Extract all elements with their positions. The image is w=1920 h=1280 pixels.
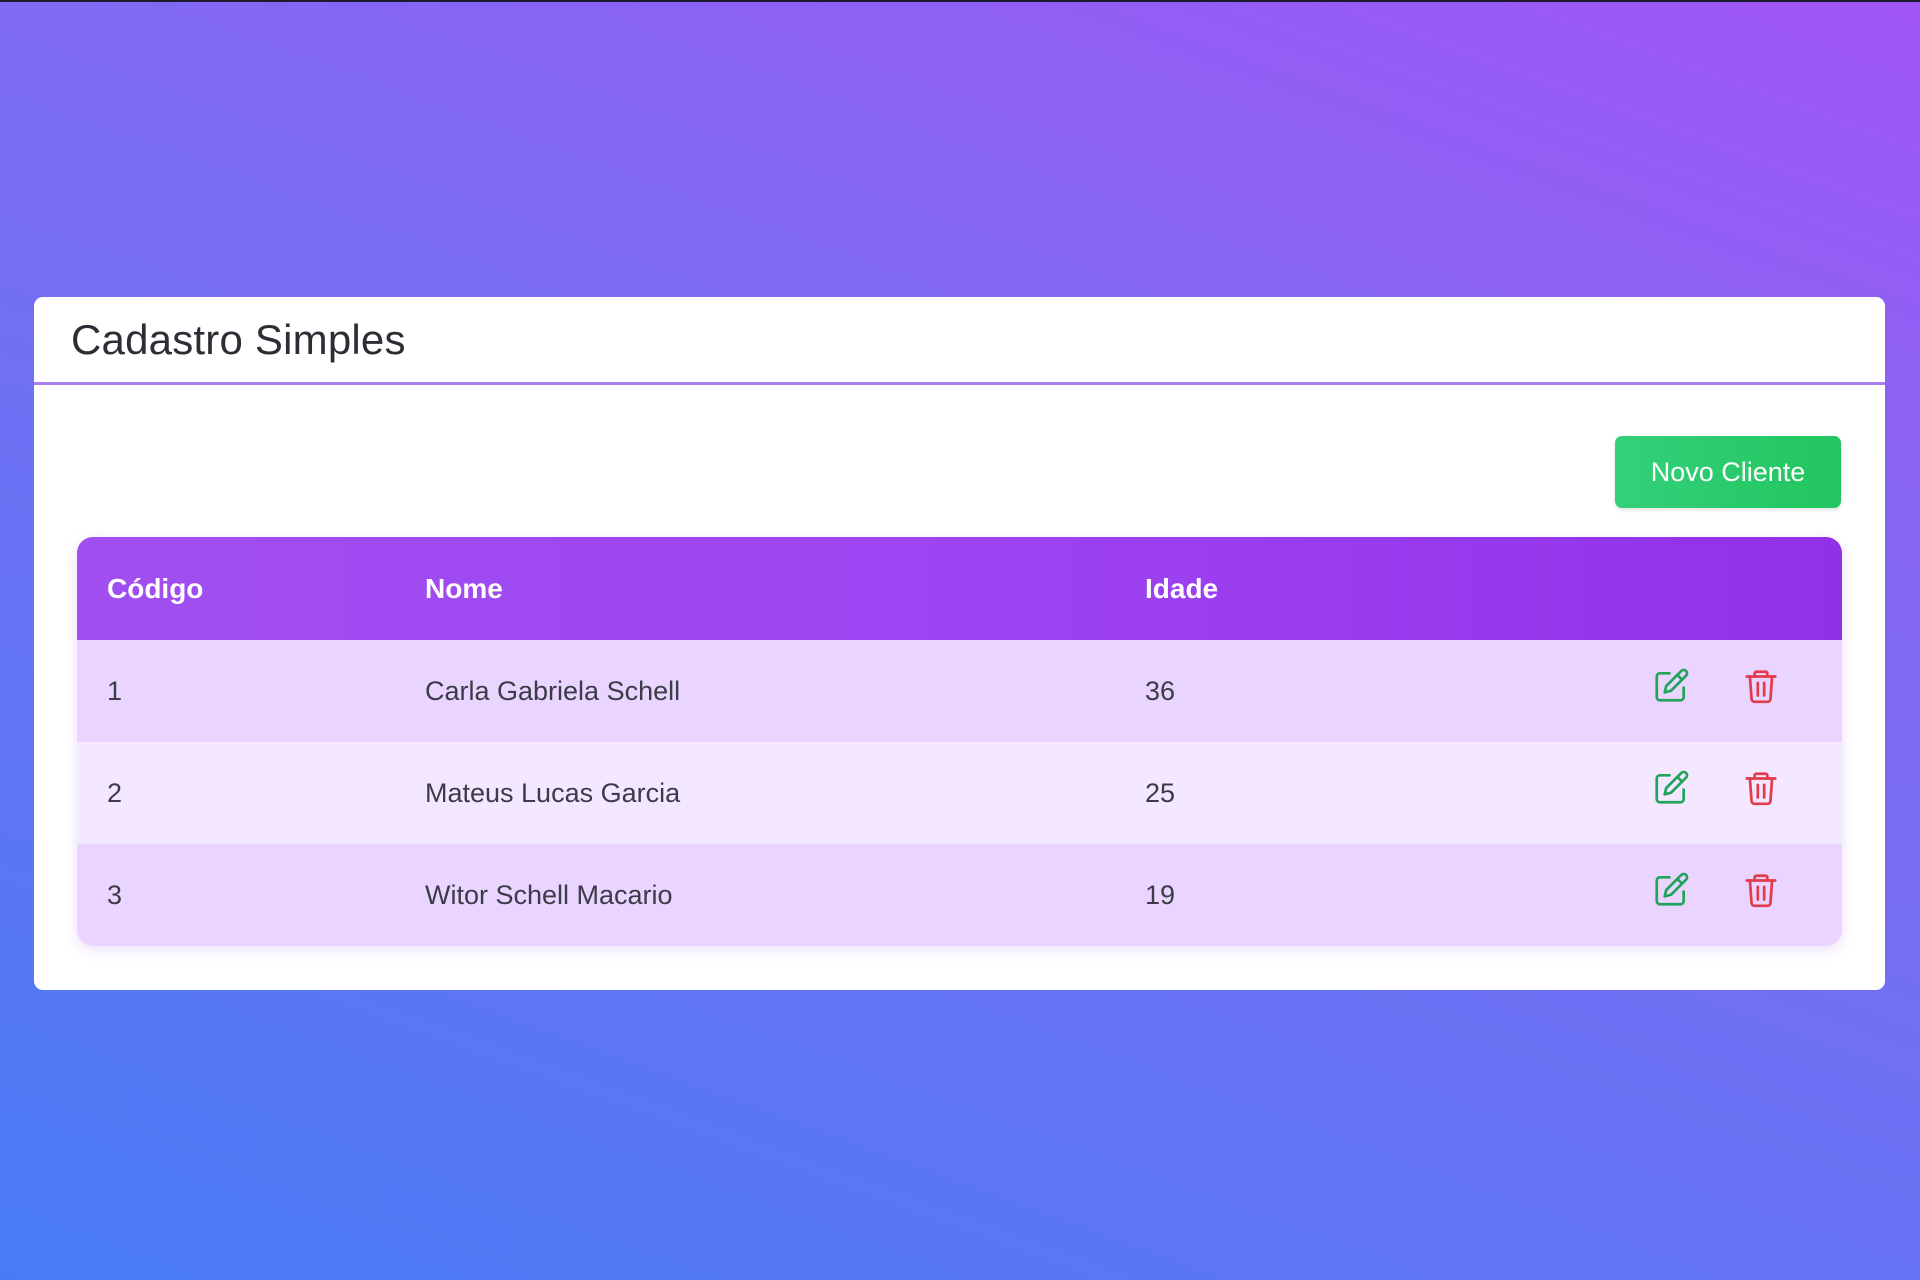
- table-row: 1 Carla Gabriela Schell 36: [77, 640, 1842, 742]
- cell-codigo: 2: [107, 777, 123, 808]
- column-header-nome: Nome: [425, 572, 503, 604]
- main-card: Cadastro Simples Novo Cliente Código Nom…: [34, 297, 1885, 990]
- row-actions: [1550, 768, 1842, 808]
- table-header: Código Nome Idade: [77, 537, 1842, 640]
- window-top-border: [0, 0, 1920, 2]
- table-header-row: Código Nome Idade: [77, 537, 1842, 640]
- cell-codigo: 1: [107, 675, 123, 706]
- cell-codigo: 3: [107, 879, 123, 910]
- cell-idade: 19: [1145, 879, 1176, 910]
- edit-icon[interactable]: [1651, 768, 1691, 808]
- cell-actions: [1550, 640, 1842, 742]
- edit-icon[interactable]: [1651, 870, 1691, 910]
- cell-nome: Carla Gabriela Schell: [425, 675, 681, 706]
- clients-table-container: Código Nome Idade 1 Carla Gabriela Schel…: [77, 537, 1842, 946]
- card-header: Cadastro Simples: [34, 297, 1885, 385]
- column-header-codigo: Código: [107, 572, 204, 604]
- cell-idade: 25: [1145, 777, 1176, 808]
- cell-nome: Witor Schell Macario: [425, 879, 673, 910]
- new-client-button[interactable]: Novo Cliente: [1615, 436, 1841, 508]
- cell-actions: [1550, 844, 1842, 946]
- column-header-idade: Idade: [1145, 572, 1219, 604]
- table-row: 2 Mateus Lucas Garcia 25: [77, 742, 1842, 844]
- edit-icon[interactable]: [1651, 666, 1691, 706]
- trash-icon[interactable]: [1741, 666, 1781, 706]
- page-title: Cadastro Simples: [71, 315, 406, 363]
- table-body: 1 Carla Gabriela Schell 36 2 Mateus Luca…: [77, 640, 1842, 946]
- row-actions: [1550, 666, 1842, 706]
- cell-idade: 36: [1145, 675, 1176, 706]
- column-header-actions: [1550, 537, 1842, 640]
- row-actions: [1550, 870, 1842, 910]
- cell-actions: [1550, 742, 1842, 844]
- cell-nome: Mateus Lucas Garcia: [425, 777, 681, 808]
- table-row: 3 Witor Schell Macario 19: [77, 844, 1842, 946]
- trash-icon[interactable]: [1741, 768, 1781, 808]
- clients-table: Código Nome Idade 1 Carla Gabriela Schel…: [77, 537, 1842, 946]
- trash-icon[interactable]: [1741, 870, 1781, 910]
